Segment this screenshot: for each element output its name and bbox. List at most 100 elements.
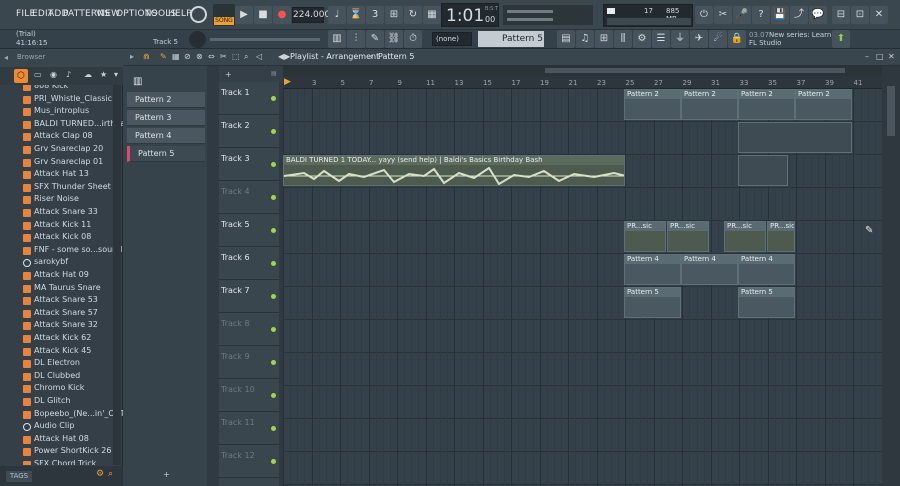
overview-strip[interactable] bbox=[283, 66, 882, 76]
song-position-display[interactable]: 1:01 00 B:S:T bbox=[441, 3, 499, 27]
pattern-icon[interactable]: ▥ bbox=[133, 76, 142, 87]
plugin-icon[interactable]: ⚙ bbox=[633, 30, 651, 48]
track-mute-led[interactable] bbox=[271, 261, 276, 266]
audio-clip[interactable]: PR...sic bbox=[724, 221, 766, 252]
collapse-arrow-icon[interactable]: ▸ bbox=[130, 52, 134, 61]
mixer-icon[interactable]: ⫶ bbox=[347, 30, 365, 48]
browser-options-icon[interactable]: ◂ bbox=[4, 53, 8, 62]
track-mute-led[interactable] bbox=[271, 393, 276, 398]
plugin-db-icon[interactable]: ◉ bbox=[50, 70, 57, 79]
metronome2-icon[interactable]: ⏱ bbox=[404, 30, 422, 48]
audio-clip[interactable]: PR...sic bbox=[767, 221, 795, 252]
track-header[interactable]: Track 7 bbox=[219, 280, 279, 313]
stop-icon[interactable]: ■ bbox=[254, 6, 272, 24]
star-icon[interactable]: ★ bbox=[100, 70, 107, 79]
track-mute-led[interactable] bbox=[271, 360, 276, 365]
pattern-clip[interactable]: Pattern 2 bbox=[795, 89, 852, 120]
timeline-ruler[interactable]: ▶ 3 5 7 9 11 13 15 17 19 21 23 25 27 29 31 33 35 37 39 41 bbox=[283, 76, 882, 89]
audio-clip[interactable]: PR...sic bbox=[624, 221, 666, 252]
update-icon[interactable]: ⬆ bbox=[832, 30, 850, 48]
slip-tool-icon[interactable]: ⇔ bbox=[208, 52, 215, 61]
mixer2-icon[interactable]: ⫼ bbox=[614, 30, 632, 48]
minimize-icon[interactable]: ⊟ bbox=[832, 6, 850, 24]
pl-close-icon[interactable]: ✕ bbox=[888, 52, 895, 61]
track-add-icon[interactable]: + bbox=[225, 70, 232, 79]
playlist-icon[interactable]: ▤ bbox=[557, 30, 575, 48]
chat-icon[interactable]: 💬 bbox=[809, 6, 827, 24]
master-volume-knob[interactable] bbox=[190, 6, 207, 23]
save-icon[interactable]: 💾 bbox=[771, 6, 789, 24]
browser-scrollbar[interactable] bbox=[113, 85, 121, 465]
track-header[interactable]: Track 12 bbox=[219, 445, 279, 478]
pattern-clip[interactable]: Pattern 2 bbox=[624, 89, 681, 120]
pattern-item-selected[interactable]: Pattern 5 bbox=[127, 146, 205, 162]
tags-button[interactable]: TAGS bbox=[6, 471, 32, 482]
pattern-selector[interactable]: Pattern 5 bbox=[478, 31, 544, 47]
add-pattern-icon[interactable]: + bbox=[163, 470, 170, 479]
restore-icon[interactable]: ⊡ bbox=[851, 6, 869, 24]
countdown-icon[interactable]: 3 bbox=[366, 6, 384, 24]
track-header[interactable]: Track 8 bbox=[219, 313, 279, 346]
playhead-marker-icon[interactable]: ▶ bbox=[284, 77, 291, 87]
snap-select[interactable]: (none) bbox=[432, 32, 472, 46]
link-icon[interactable]: ⛓ bbox=[385, 30, 403, 48]
help-icon[interactable]: ? bbox=[752, 6, 770, 24]
pattern-clip[interactable]: Pattern 4 bbox=[738, 254, 795, 285]
all-icon[interactable]: ⬡ bbox=[14, 69, 28, 83]
draw-tool-icon[interactable]: ✎ bbox=[160, 52, 167, 61]
track-header[interactable]: Track 1 bbox=[219, 82, 279, 115]
plug-icon[interactable]: ⏚ bbox=[671, 30, 689, 48]
pattern-item[interactable]: Pattern 4 bbox=[127, 128, 205, 144]
track-header[interactable]: Track 6 bbox=[219, 247, 279, 280]
close-icon[interactable]: ✕ bbox=[870, 6, 888, 24]
pattern-clip[interactable]: Pattern 2 bbox=[681, 89, 738, 120]
news-title[interactable]: New series: Learn bbox=[769, 31, 831, 39]
pattern-clip[interactable]: Pattern 4 bbox=[681, 254, 738, 285]
mute-tool-icon[interactable]: ⊘ bbox=[184, 52, 191, 61]
pattern-clip[interactable]: Pattern 5 bbox=[624, 287, 681, 318]
mic-icon[interactable]: 🎤 bbox=[733, 6, 751, 24]
settings-icon[interactable]: ⚙ bbox=[96, 469, 104, 479]
track-header[interactable]: Track 2 bbox=[219, 115, 279, 148]
audio-clip[interactable] bbox=[738, 155, 788, 186]
pianoroll-icon[interactable]: ♫ bbox=[576, 30, 594, 48]
cloud-icon[interactable]: ☁ bbox=[84, 70, 92, 79]
menu-help[interactable]: HELP bbox=[168, 9, 192, 19]
track-mute-led[interactable] bbox=[271, 96, 276, 101]
master-pitch-slider[interactable] bbox=[210, 38, 320, 41]
step-edit-icon[interactable]: ▦ bbox=[423, 6, 441, 24]
audio-clip[interactable]: PR...sic bbox=[667, 221, 709, 252]
track-mode-icon[interactable]: ▤ bbox=[271, 70, 277, 77]
track-mute-led[interactable] bbox=[271, 162, 276, 167]
power-icon[interactable]: ⏻ bbox=[695, 6, 713, 24]
track-mute-led[interactable] bbox=[271, 129, 276, 134]
channelrack-icon[interactable]: ⊞ bbox=[595, 30, 613, 48]
slice-tool-icon[interactable]: ✂ bbox=[220, 52, 227, 61]
more-icon[interactable]: ▾ bbox=[114, 70, 118, 79]
pat-song-switch[interactable]: SONG bbox=[213, 4, 235, 26]
pattern-clip[interactable] bbox=[738, 122, 852, 153]
track-mute-led[interactable] bbox=[271, 426, 276, 431]
zoom-tool-icon[interactable]: ⌕ bbox=[244, 52, 248, 62]
pattern-item[interactable]: Pattern 2 bbox=[127, 92, 205, 108]
pattern-clip[interactable]: Pattern 4 bbox=[624, 254, 681, 285]
playlist-scrollbar[interactable] bbox=[882, 66, 900, 486]
blend-icon[interactable]: ⊞ bbox=[385, 6, 403, 24]
brush-icon[interactable]: ✎ bbox=[366, 30, 384, 48]
track-header[interactable]: Track 10 bbox=[219, 379, 279, 412]
audio-clip[interactable]: BALDI TURNED 1 TODAY... yayy (send help)… bbox=[283, 155, 625, 186]
track-header[interactable]: Track 11 bbox=[219, 412, 279, 445]
tag-icon[interactable]: ✈ bbox=[690, 30, 708, 48]
pl-minimize-icon[interactable]: – bbox=[865, 52, 869, 61]
delete-tool-icon[interactable]: ⊗ bbox=[196, 52, 203, 61]
paint-tool-icon[interactable]: ▦ bbox=[172, 52, 180, 61]
folder-icon[interactable]: ▭ bbox=[34, 70, 42, 79]
search-icon[interactable]: ⌕ bbox=[108, 469, 113, 479]
track-header[interactable]: Track 3 bbox=[219, 148, 279, 181]
metronome-icon[interactable]: ♩ bbox=[328, 6, 346, 24]
lock-icon[interactable]: 🔒 bbox=[728, 30, 746, 48]
track-header[interactable]: Track 5 bbox=[219, 214, 279, 247]
track-header[interactable]: Track 4 bbox=[219, 181, 279, 214]
tempo-display[interactable]: 224.000 bbox=[292, 7, 330, 23]
pl-maximize-icon[interactable]: □ bbox=[876, 52, 884, 61]
